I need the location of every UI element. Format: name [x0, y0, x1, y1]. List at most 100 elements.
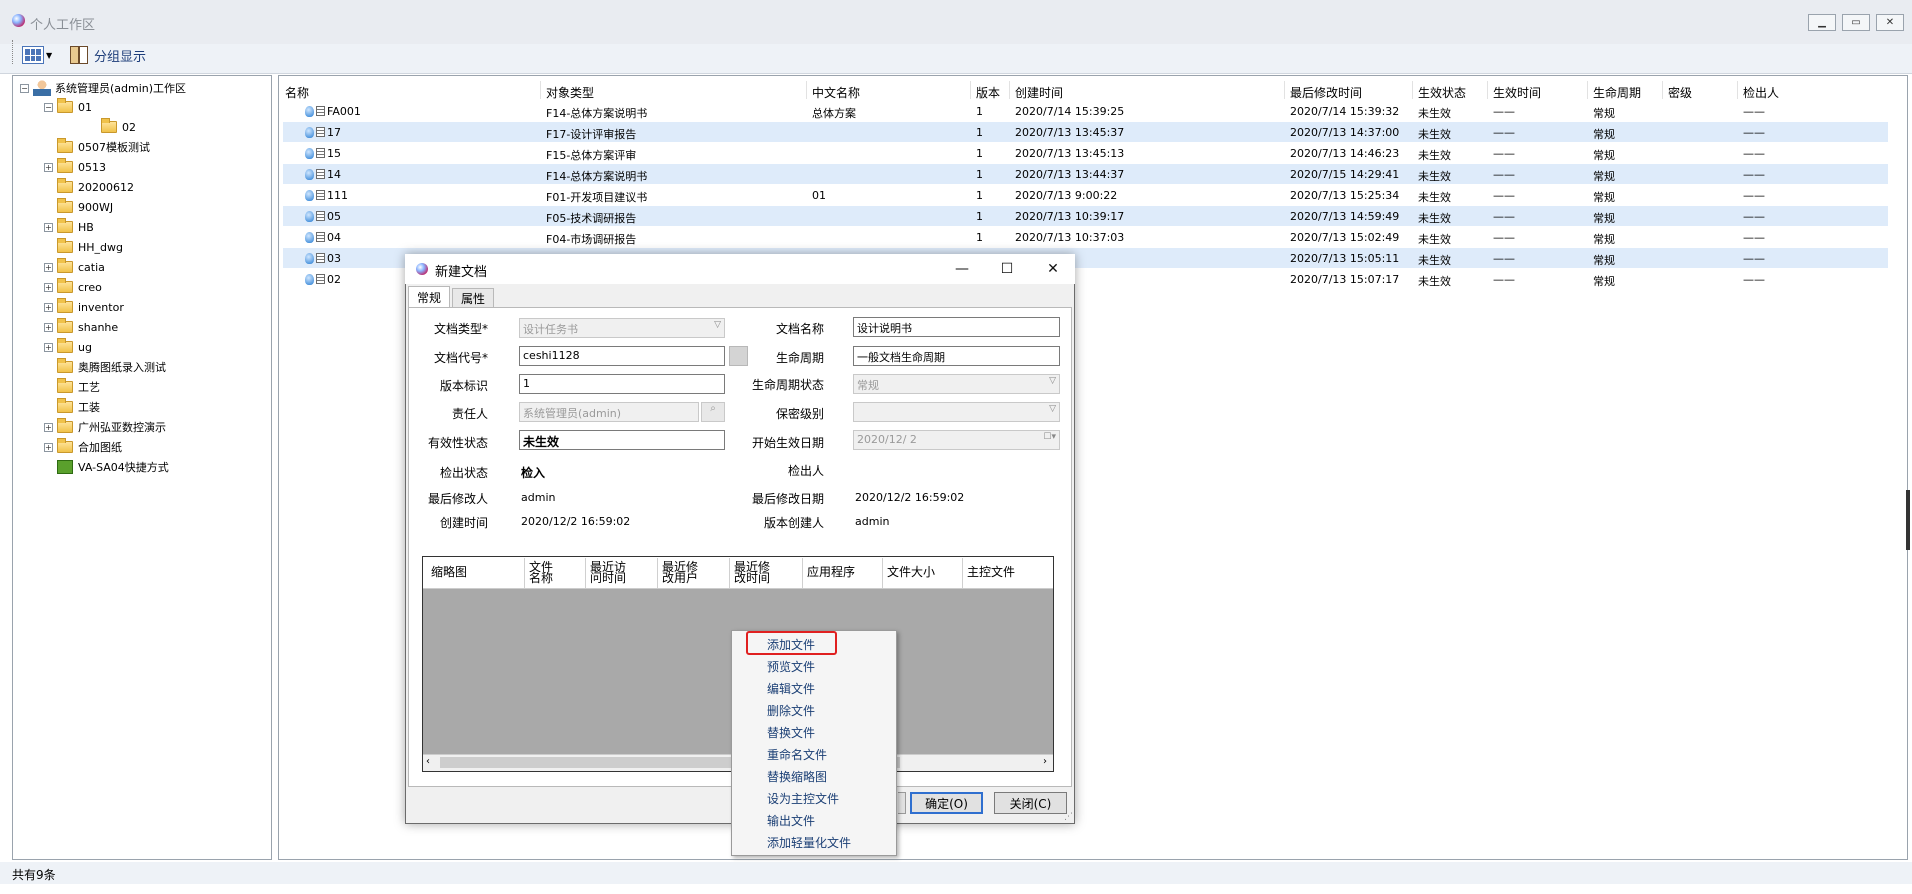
- column-divider[interactable]: [806, 81, 807, 99]
- column-header[interactable]: 密级: [1668, 84, 1692, 101]
- start-date-picker[interactable]: 2020/12/ 2 ☐▾: [853, 430, 1060, 450]
- tree-item[interactable]: + 合加图纸: [44, 438, 122, 456]
- column-divider[interactable]: [962, 558, 963, 588]
- expand-icon[interactable]: +: [44, 162, 53, 172]
- close-dialog-button[interactable]: 关闭(C): [994, 792, 1067, 814]
- tree-item[interactable]: 900WJ: [44, 198, 113, 216]
- context-menu-item[interactable]: 替换缩略图: [767, 768, 827, 785]
- dialog-minimize-button[interactable]: —: [942, 257, 982, 281]
- column-header[interactable]: 生命周期: [1593, 84, 1641, 101]
- column-divider[interactable]: [1737, 81, 1738, 99]
- file-column-header[interactable]: 文件 名称: [529, 561, 553, 584]
- tree-item[interactable]: 工装: [44, 398, 100, 416]
- column-divider[interactable]: [1662, 81, 1663, 99]
- file-column-header[interactable]: 最近修 改时间: [734, 561, 770, 584]
- context-menu-item[interactable]: 重命名文件: [767, 746, 827, 763]
- tree-item[interactable]: + shanhe: [44, 318, 118, 336]
- context-menu-item[interactable]: 添加轻量化文件: [767, 834, 851, 851]
- tree-item[interactable]: 工艺: [44, 378, 100, 396]
- tree-item[interactable]: VA-SA04快捷方式: [44, 458, 169, 476]
- expand-icon[interactable]: +: [44, 262, 53, 272]
- file-column-header[interactable]: 缩略图: [431, 566, 467, 578]
- tree-item[interactable]: 奥腾图纸录入测试: [44, 358, 166, 376]
- tree-item[interactable]: + HB: [44, 218, 94, 236]
- doc-type-select[interactable]: 设计任务书 ▽: [519, 318, 725, 338]
- expand-icon[interactable]: +: [44, 342, 53, 352]
- tree-item[interactable]: +0513: [44, 158, 106, 176]
- tree-item[interactable]: − 01: [44, 98, 92, 116]
- expand-icon[interactable]: +: [44, 322, 53, 332]
- partial-hidden-button[interactable]: [898, 792, 906, 814]
- secret-level-select[interactable]: ▽: [853, 402, 1060, 422]
- view-mode-button[interactable]: ▼: [22, 45, 60, 65]
- column-divider[interactable]: [1284, 81, 1285, 99]
- column-header[interactable]: 创建时间: [1015, 84, 1063, 101]
- context-menu-item[interactable]: 编辑文件: [767, 680, 815, 697]
- resize-grip-icon[interactable]: ⋰: [1064, 812, 1073, 822]
- context-menu-item[interactable]: 设为主控文件: [767, 790, 839, 807]
- minimize-button[interactable]: ▁: [1808, 14, 1836, 31]
- dialog-maximize-button[interactable]: ☐: [987, 257, 1027, 281]
- pick-user-icon[interactable]: ⌕: [701, 402, 725, 422]
- lifecycle-state-select[interactable]: 常规 ▽: [853, 374, 1060, 394]
- expand-icon[interactable]: +: [44, 422, 53, 432]
- column-header[interactable]: 生效时间: [1493, 84, 1541, 101]
- column-divider[interactable]: [729, 558, 730, 588]
- tree-item[interactable]: + 广州弘亚数控演示: [44, 418, 166, 436]
- restore-button[interactable]: ▭: [1842, 14, 1870, 31]
- doc-name-input[interactable]: 设计说明书: [853, 317, 1060, 337]
- validity-input[interactable]: 未生效: [519, 430, 725, 450]
- file-column-header[interactable]: 文件大小: [887, 566, 935, 578]
- tree-item[interactable]: + ug: [44, 338, 92, 356]
- column-divider[interactable]: [1009, 81, 1010, 99]
- close-button[interactable]: ✕: [1876, 14, 1904, 31]
- file-column-header[interactable]: 主控文件: [967, 566, 1015, 578]
- column-header[interactable]: 名称: [285, 84, 309, 101]
- tree-item[interactable]: HH_dwg: [44, 238, 123, 256]
- expand-icon[interactable]: +: [44, 302, 53, 312]
- context-menu-item[interactable]: 删除文件: [767, 702, 815, 719]
- group-display-button[interactable]: 分组显示: [70, 45, 146, 65]
- owner-input[interactable]: 系统管理员(admin): [519, 402, 699, 422]
- tab-attributes[interactable]: 属性: [452, 288, 495, 307]
- column-divider[interactable]: [540, 81, 541, 99]
- dialog-close-button[interactable]: ✕: [1033, 257, 1073, 281]
- doc-code-input[interactable]: ceshi1128: [519, 346, 725, 366]
- file-column-header[interactable]: 最近访 问时间: [590, 561, 626, 584]
- column-header[interactable]: 检出人: [1743, 84, 1779, 101]
- collapse-icon[interactable]: −: [20, 83, 29, 93]
- tree-item[interactable]: 02: [88, 118, 136, 136]
- column-divider[interactable]: [585, 558, 586, 588]
- collapse-icon[interactable]: −: [44, 102, 53, 112]
- context-menu-item[interactable]: 添加文件: [767, 636, 815, 653]
- scroll-left-icon[interactable]: ‹: [426, 756, 430, 767]
- column-divider[interactable]: [1587, 81, 1588, 99]
- column-header[interactable]: 对象类型: [546, 84, 594, 101]
- context-menu-item[interactable]: 输出文件: [767, 812, 815, 829]
- column-divider[interactable]: [970, 81, 971, 99]
- column-divider[interactable]: [1412, 81, 1413, 99]
- expand-icon[interactable]: +: [44, 442, 53, 452]
- column-divider[interactable]: [657, 558, 658, 588]
- expand-icon[interactable]: +: [44, 282, 53, 292]
- column-header[interactable]: 生效状态: [1418, 84, 1466, 101]
- tree-root[interactable]: − 系统管理员(admin)工作区: [20, 79, 186, 97]
- tree-item[interactable]: 20200612: [44, 178, 134, 196]
- tree-item[interactable]: 0507模板测试: [44, 138, 150, 156]
- column-header[interactable]: 中文名称: [812, 84, 860, 101]
- column-header[interactable]: 版本: [976, 84, 1000, 101]
- splitter-handle[interactable]: [1906, 490, 1910, 550]
- tree-item[interactable]: + catia: [44, 258, 105, 276]
- scroll-right-icon[interactable]: ›: [1043, 756, 1047, 767]
- column-divider[interactable]: [882, 558, 883, 588]
- tree-item[interactable]: + creo: [44, 278, 102, 296]
- column-divider[interactable]: [802, 558, 803, 588]
- lifecycle-input[interactable]: 一般文档生命周期: [853, 346, 1060, 366]
- column-divider[interactable]: [524, 558, 525, 588]
- version-input[interactable]: 1: [519, 374, 725, 394]
- ok-button[interactable]: 确定(O): [910, 792, 983, 814]
- context-menu-item[interactable]: 替换文件: [767, 724, 815, 741]
- file-column-header[interactable]: 应用程序: [807, 566, 855, 578]
- column-divider[interactable]: [1487, 81, 1488, 99]
- column-header[interactable]: 最后修改时间: [1290, 84, 1362, 101]
